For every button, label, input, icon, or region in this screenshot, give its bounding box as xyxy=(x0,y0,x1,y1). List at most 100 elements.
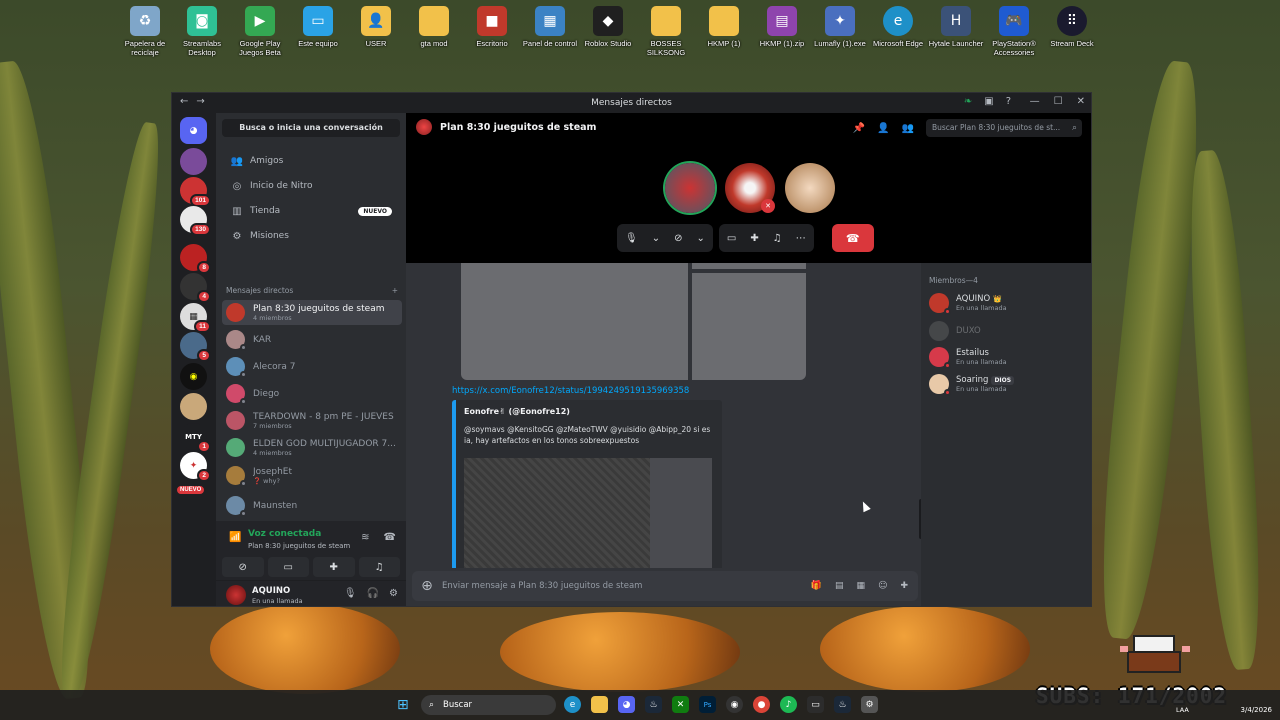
desktop-icon[interactable]: HKMP (1) xyxy=(695,4,753,48)
desktop-icon[interactable]: ▭ Este equipo xyxy=(289,4,347,48)
member-list-icon[interactable]: 👥 xyxy=(902,123,914,134)
activities-icon[interactable]: ✚ xyxy=(750,233,758,244)
server-icon[interactable]: ✦ 2 xyxy=(180,452,211,482)
dm-item[interactable]: KAR xyxy=(222,327,402,352)
desktop-icon[interactable]: 👤 USER xyxy=(347,4,405,48)
more-icon[interactable]: ⋯ xyxy=(796,233,806,244)
help-icon[interactable]: ? xyxy=(1006,96,1011,107)
chrome-icon[interactable]: ● xyxy=(753,696,770,713)
add-friends-icon[interactable]: 👤 xyxy=(877,123,889,134)
server-icon[interactable] xyxy=(180,148,207,175)
dm-item[interactable]: ELDEN GOD MULTIJUGADOR 7... 4 miembros xyxy=(222,435,402,460)
dm-item[interactable]: Diego xyxy=(222,381,402,406)
nav-item-quests[interactable]: ⚙ Misiones xyxy=(222,225,400,247)
desktop-icon[interactable]: H Hytale Launcher xyxy=(927,4,985,48)
embed-image[interactable] xyxy=(650,458,712,568)
settings-gear-icon[interactable]: ⚙ xyxy=(389,588,398,599)
pin-icon[interactable]: 📌 xyxy=(853,123,865,134)
sticker-icon[interactable]: ▦ xyxy=(857,581,866,591)
embed-image[interactable] xyxy=(464,458,650,568)
message-link[interactable]: https://x.com/Eonofre12/status/199424951… xyxy=(452,386,689,396)
dm-item[interactable]: JosephEt ❓ why? xyxy=(222,463,402,488)
search-input[interactable]: Buscar Plan 8:30 jueguitos de st... ⌕ xyxy=(926,119,1082,137)
soundboard-icon[interactable]: ♫ xyxy=(773,233,782,244)
desktop-icon[interactable]: ▶ Google Play Juegos Beta xyxy=(231,4,289,57)
end-call-button[interactable]: ☎ xyxy=(831,224,874,252)
system-tray[interactable]: 3/4/2026 xyxy=(1241,694,1272,715)
nav-item-friends[interactable]: 👥 Amigos xyxy=(222,150,400,172)
image-attachment[interactable] xyxy=(692,263,806,269)
gif-icon[interactable]: ▤ xyxy=(835,581,844,591)
member-item[interactable]: AQUINO 👑 En una llamada xyxy=(929,293,1007,315)
spotify-icon[interactable]: ♪ xyxy=(780,696,797,713)
server-icon[interactable]: 8 xyxy=(180,244,211,274)
desktop-icon[interactable]: 🎮 PlayStation® Accessories xyxy=(985,4,1043,57)
desktop-icon[interactable]: ◆ Roblox Studio xyxy=(579,4,637,48)
photoshop-icon[interactable]: Ps xyxy=(699,696,716,713)
maximize-icon[interactable]: ☐ xyxy=(1054,96,1063,107)
inbox-icon[interactable]: ▣ xyxy=(984,96,993,107)
terminal-icon[interactable]: ▭ xyxy=(807,696,824,713)
member-item[interactable]: Soaring DIOS En una llamada xyxy=(929,374,1015,396)
chevron-down-icon[interactable]: ⌄ xyxy=(652,233,660,244)
discord-icon[interactable]: ◕ xyxy=(618,696,635,713)
desktop-icon[interactable]: ▦ Panel de control xyxy=(521,4,579,48)
steam-icon[interactable]: ♨ xyxy=(645,696,662,713)
nav-item-nitro[interactable]: ◎ Inicio de Nitro xyxy=(222,175,400,197)
desktop-icon[interactable]: ■ Escritorio xyxy=(463,4,521,48)
obs-icon[interactable]: ◉ xyxy=(726,696,743,713)
microphone-icon[interactable]: 🎙 xyxy=(344,588,357,599)
desktop-icon[interactable]: BOSSES SILKSONG xyxy=(637,4,695,57)
emoji-icon[interactable]: ☺ xyxy=(878,581,887,591)
xbox-icon[interactable]: ✕ xyxy=(672,696,689,713)
dm-item[interactable]: Maunsten xyxy=(222,493,402,518)
server-icon[interactable]: 5 xyxy=(180,332,211,362)
desktop-icon[interactable]: gta mod xyxy=(405,4,463,48)
participant-tile[interactable] xyxy=(785,163,835,213)
embed-author[interactable]: Eonofre✌ (@Eonofre12) xyxy=(464,407,570,416)
image-attachment[interactable] xyxy=(692,273,806,380)
server-icon[interactable]: ▦ 11 xyxy=(180,303,211,333)
taskbar-search[interactable]: ⌕ Buscar xyxy=(421,695,556,715)
desktop-icon[interactable]: e Microsoft Edge xyxy=(869,4,927,48)
windows-start-icon[interactable]: ⊞ xyxy=(397,697,409,713)
edge-icon[interactable]: e xyxy=(564,696,581,713)
find-conversation-button[interactable]: Busca o inicia una conversación xyxy=(222,119,400,137)
microphone-icon[interactable]: 🎙 xyxy=(625,233,638,244)
camera-off-icon[interactable]: ⊘ xyxy=(674,233,682,244)
desktop-icon[interactable]: ◙ Streamlabs Desktop xyxy=(173,4,231,57)
language-indicator[interactable]: LAA xyxy=(1176,706,1189,714)
member-item[interactable]: Estailus En una llamada xyxy=(929,347,1007,369)
dm-item[interactable]: Alecora 7 xyxy=(222,354,402,379)
steam-icon[interactable]: ♨ xyxy=(834,696,851,713)
dm-item[interactable]: TEARDOWN - 8 pm PE - JUEVES 7 miembros xyxy=(222,408,402,433)
server-icon[interactable]: 4 xyxy=(180,273,211,303)
nitro-leaf-icon[interactable]: ❧ xyxy=(964,96,972,107)
file-explorer-icon[interactable] xyxy=(591,696,608,713)
desktop-icon[interactable]: ▤ HKMP (1).zip xyxy=(753,4,811,48)
voice-channel-name[interactable]: Plan 8:30 jueguitos de steam xyxy=(248,542,350,550)
headphones-icon[interactable]: 🎧 xyxy=(367,588,379,599)
participant-tile[interactable]: ✕ xyxy=(725,163,775,213)
server-icon[interactable] xyxy=(180,393,207,420)
server-icon[interactable]: 130 xyxy=(180,206,211,236)
discord-home-button[interactable]: ◕ xyxy=(180,117,207,144)
apps-icon[interactable]: ✚ xyxy=(900,581,908,591)
create-dm-button[interactable]: + xyxy=(392,286,398,295)
desktop-icon[interactable]: ♻ Papelera de reciclaje xyxy=(116,4,174,57)
close-icon[interactable]: ✕ xyxy=(1077,96,1085,107)
share-screen-button[interactable]: ▭ xyxy=(267,557,309,577)
minimize-icon[interactable]: — xyxy=(1030,96,1040,107)
attach-plus-icon[interactable]: ⊕ xyxy=(412,578,442,594)
nav-item-shop[interactable]: ▥ Tienda NUEVO xyxy=(222,200,400,222)
voice-status[interactable]: Voz conectada xyxy=(248,529,321,539)
server-icon[interactable]: 101 xyxy=(180,177,211,207)
image-attachment[interactable] xyxy=(461,263,688,380)
settings-gear-icon[interactable]: ⚙ xyxy=(861,696,878,713)
share-screen-icon[interactable]: ▭ xyxy=(727,233,736,244)
activities-button[interactable]: ✚ xyxy=(313,557,355,577)
soundboard-button[interactable]: ♫ xyxy=(358,557,400,577)
chevron-down-icon[interactable]: ⌄ xyxy=(696,233,704,244)
gift-icon[interactable]: 🎁 xyxy=(811,581,822,591)
message-composer[interactable]: ⊕ Enviar mensaje a Plan 8:30 jueguitos d… xyxy=(412,571,918,601)
